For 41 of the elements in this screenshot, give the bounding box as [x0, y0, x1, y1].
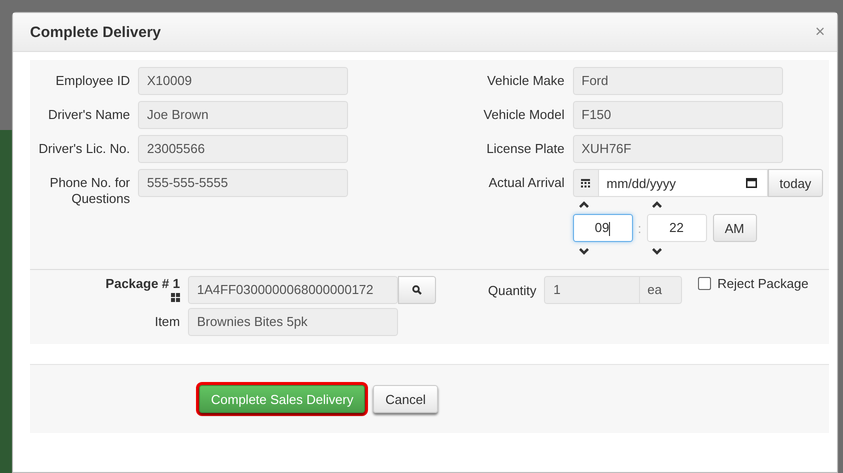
- field-label: Actual Arrival: [488, 174, 564, 191]
- package-label: Package # 1: [106, 276, 180, 291]
- package-field[interactable]: 1A4FF0300000068000000172: [188, 276, 398, 304]
- input-field[interactable]: Joe Brown: [138, 101, 348, 129]
- field-label: License Plate: [485, 140, 564, 157]
- minute-field[interactable]: 22: [646, 214, 706, 242]
- calendar-icon: [581, 178, 590, 188]
- unit-addon: ea: [640, 276, 682, 304]
- today-button[interactable]: today: [768, 169, 824, 197]
- input-field[interactable]: X10009: [138, 67, 348, 95]
- input-field[interactable]: F150: [572, 101, 782, 129]
- chevron-up-icon[interactable]: [652, 201, 662, 208]
- date-field[interactable]: mm/dd/yyyy: [598, 169, 768, 197]
- field-label: Vehicle Make: [486, 72, 564, 89]
- chevron-down-icon[interactable]: [578, 248, 588, 255]
- chevron-down-icon[interactable]: [652, 248, 662, 255]
- field-label: Quantity: [488, 282, 536, 298]
- field-label: Employee ID: [54, 72, 130, 89]
- item-field[interactable]: Brownies Bites 5pk: [188, 308, 398, 336]
- grid-icon: [171, 293, 180, 302]
- dialog-title: Complete Delivery: [30, 24, 161, 40]
- field-label: Phone No. for Questions: [48, 174, 130, 207]
- field-label: Driver's Lic. No.: [38, 140, 130, 157]
- hour-field[interactable]: 09: [572, 214, 632, 242]
- cancel-button[interactable]: Cancel: [373, 385, 438, 413]
- field-label: Item: [154, 313, 180, 331]
- field-label: Vehicle Model: [482, 106, 564, 123]
- field-label: Driver's Name: [47, 106, 130, 123]
- quantity-field[interactable]: 1: [544, 276, 640, 304]
- checkbox[interactable]: [698, 277, 712, 290]
- time-separator: :: [636, 220, 642, 236]
- search-button[interactable]: [398, 276, 436, 304]
- input-field[interactable]: 555-555-5555: [138, 169, 348, 197]
- search-icon: [412, 285, 422, 295]
- period-button[interactable]: AM: [712, 214, 756, 242]
- input-field[interactable]: XUH76F: [572, 135, 782, 163]
- chevron-up-icon[interactable]: [578, 201, 588, 208]
- input-field[interactable]: 23005566: [138, 135, 348, 163]
- checkbox-label: Reject Package: [717, 276, 808, 291]
- calendar-icon: [746, 178, 756, 188]
- input-field[interactable]: Ford: [572, 67, 782, 95]
